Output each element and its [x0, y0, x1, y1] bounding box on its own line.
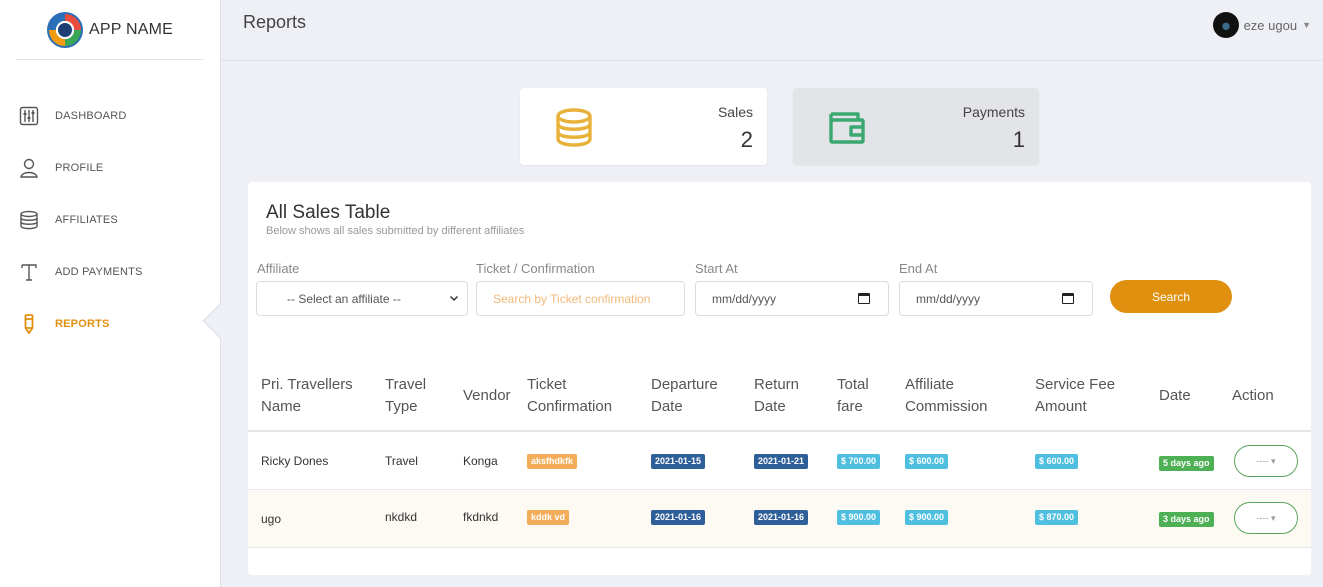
- sidebar-item-label: REPORTS: [55, 318, 110, 330]
- user-name: eze ugou: [1243, 17, 1298, 33]
- user-icon: [18, 157, 40, 179]
- action-dropdown-button[interactable]: ---- ▾: [1234, 445, 1298, 477]
- column-header: Vendor: [463, 387, 511, 404]
- sidebar-item-label: DASHBOARD: [55, 110, 127, 122]
- affiliate-select[interactable]: -- Select an affiliate --: [256, 281, 468, 316]
- start-date-label: Start At: [695, 261, 738, 276]
- column-header: Pri. Travellers Name: [261, 376, 353, 415]
- pen-icon: [18, 313, 40, 335]
- vendor: Konga: [463, 454, 498, 468]
- wallet-icon: [825, 106, 869, 150]
- ticket-search-placeholder: Search by Ticket confirmation: [493, 291, 651, 306]
- column-header: Date: [1159, 387, 1191, 404]
- commission-badge: $ 600.00: [905, 454, 949, 469]
- departure-badge: 2021-01-16: [651, 510, 706, 525]
- sidebar-item-label: PROFILE: [55, 162, 104, 174]
- column-header: Ticket Confirmation: [527, 376, 613, 415]
- sidebar-item-add-payments[interactable]: ADD PAYMENTS: [0, 246, 220, 298]
- app-name: APP NAME: [89, 20, 173, 38]
- column-header: Total fare: [837, 376, 869, 415]
- brand[interactable]: APP NAME: [16, 0, 204, 60]
- service-fee-badge: $ 870.00: [1035, 510, 1079, 525]
- commission-badge: $ 900.00: [905, 510, 949, 525]
- column-header: Return Date: [754, 376, 800, 415]
- action-dropdown-button[interactable]: ---- ▾: [1234, 502, 1298, 534]
- calendar-icon[interactable]: [858, 293, 870, 304]
- total-fare-badge: $ 900.00: [837, 510, 881, 525]
- panel-title: All Sales Table: [266, 202, 391, 223]
- sales-table-panel: All Sales Table Below shows all sales su…: [248, 182, 1311, 575]
- top-header: Reports eze ugou ▼: [221, 0, 1323, 61]
- sidebar-item-affiliates[interactable]: AFFILIATES: [0, 194, 220, 246]
- vendor: fkdnkd: [463, 510, 499, 524]
- sliders-icon: [18, 105, 40, 127]
- column-header: Affiliate Commission: [905, 376, 988, 415]
- date-badge: 5 days ago: [1159, 456, 1214, 471]
- table-row: Ricky Dones Travel Konga aksfhdkfk 2021-…: [248, 432, 1311, 490]
- traveller-name: Ricky Dones: [261, 454, 329, 468]
- sidebar-item-dashboard[interactable]: DASHBOARD: [0, 90, 220, 142]
- table-row: ugo nkdkd fkdnkd kddk vd 2021-01-16 2021…: [248, 490, 1311, 548]
- column-header: Action: [1232, 387, 1274, 404]
- return-badge: 2021-01-16: [754, 510, 809, 525]
- column-header: Travel Type: [385, 376, 427, 415]
- app-logo-icon: [47, 11, 83, 48]
- caret-down-icon: ▼: [1302, 20, 1311, 30]
- sales-count: 2: [740, 127, 753, 152]
- payments-count: 1: [1012, 127, 1025, 152]
- user-menu[interactable]: eze ugou ▼: [1212, 12, 1311, 38]
- end-date-field[interactable]: mm/dd/yyyy: [899, 281, 1093, 316]
- ticket-badge: aksfhdkfk: [527, 454, 578, 469]
- affiliate-select-value: -- Select an affiliate --: [287, 291, 401, 306]
- search-button[interactable]: Search: [1110, 280, 1232, 313]
- end-date-value: mm/dd/yyyy: [916, 291, 981, 306]
- sales-card[interactable]: Sales 2: [520, 88, 767, 165]
- payments-label: Payments: [962, 104, 1025, 120]
- avatar: [1212, 12, 1239, 38]
- page-title: Reports: [243, 12, 307, 32]
- ticket-filter-label: Ticket / Confirmation: [476, 261, 595, 276]
- start-date-field[interactable]: mm/dd/yyyy: [695, 281, 889, 316]
- column-header: Departure Date: [651, 376, 718, 415]
- text-icon: [18, 261, 40, 283]
- chevron-down-icon: [449, 293, 459, 306]
- panel-subtitle: Below shows all sales submitted by diffe…: [266, 225, 525, 237]
- travel-type: nkdkd: [385, 510, 418, 524]
- departure-badge: 2021-01-15: [651, 454, 706, 469]
- sidebar-item-profile[interactable]: PROFILE: [0, 142, 220, 194]
- sidebar-item-label: AFFILIATES: [55, 214, 118, 226]
- return-badge: 2021-01-21: [754, 454, 809, 469]
- ticket-search-input[interactable]: Search by Ticket confirmation: [476, 281, 685, 316]
- date-badge: 3 days ago: [1159, 512, 1214, 527]
- total-fare-badge: $ 700.00: [837, 454, 881, 469]
- travel-type: Travel: [385, 454, 418, 468]
- sidebar-item-reports[interactable]: REPORTS: [0, 298, 220, 350]
- payments-card[interactable]: Payments 1: [793, 88, 1039, 165]
- coins-icon: [552, 106, 596, 150]
- traveller-name: ugo: [261, 512, 282, 526]
- start-date-value: mm/dd/yyyy: [712, 291, 777, 306]
- sidebar: APP NAME DASHBOARD PROFILE AFFILIATES AD…: [0, 0, 221, 587]
- sidebar-nav: DASHBOARD PROFILE AFFILIATES ADD PAYMENT…: [0, 90, 220, 350]
- affiliate-filter-label: Affiliate: [257, 261, 300, 276]
- sidebar-item-label: ADD PAYMENTS: [55, 266, 143, 278]
- sales-label: Sales: [717, 104, 753, 120]
- service-fee-badge: $ 600.00: [1035, 454, 1079, 469]
- ticket-badge: kddk vd: [527, 510, 570, 525]
- column-header: Service Fee Amount: [1035, 376, 1116, 415]
- end-date-label: End At: [899, 261, 938, 276]
- calendar-icon[interactable]: [1062, 293, 1074, 304]
- database-icon: [18, 209, 40, 231]
